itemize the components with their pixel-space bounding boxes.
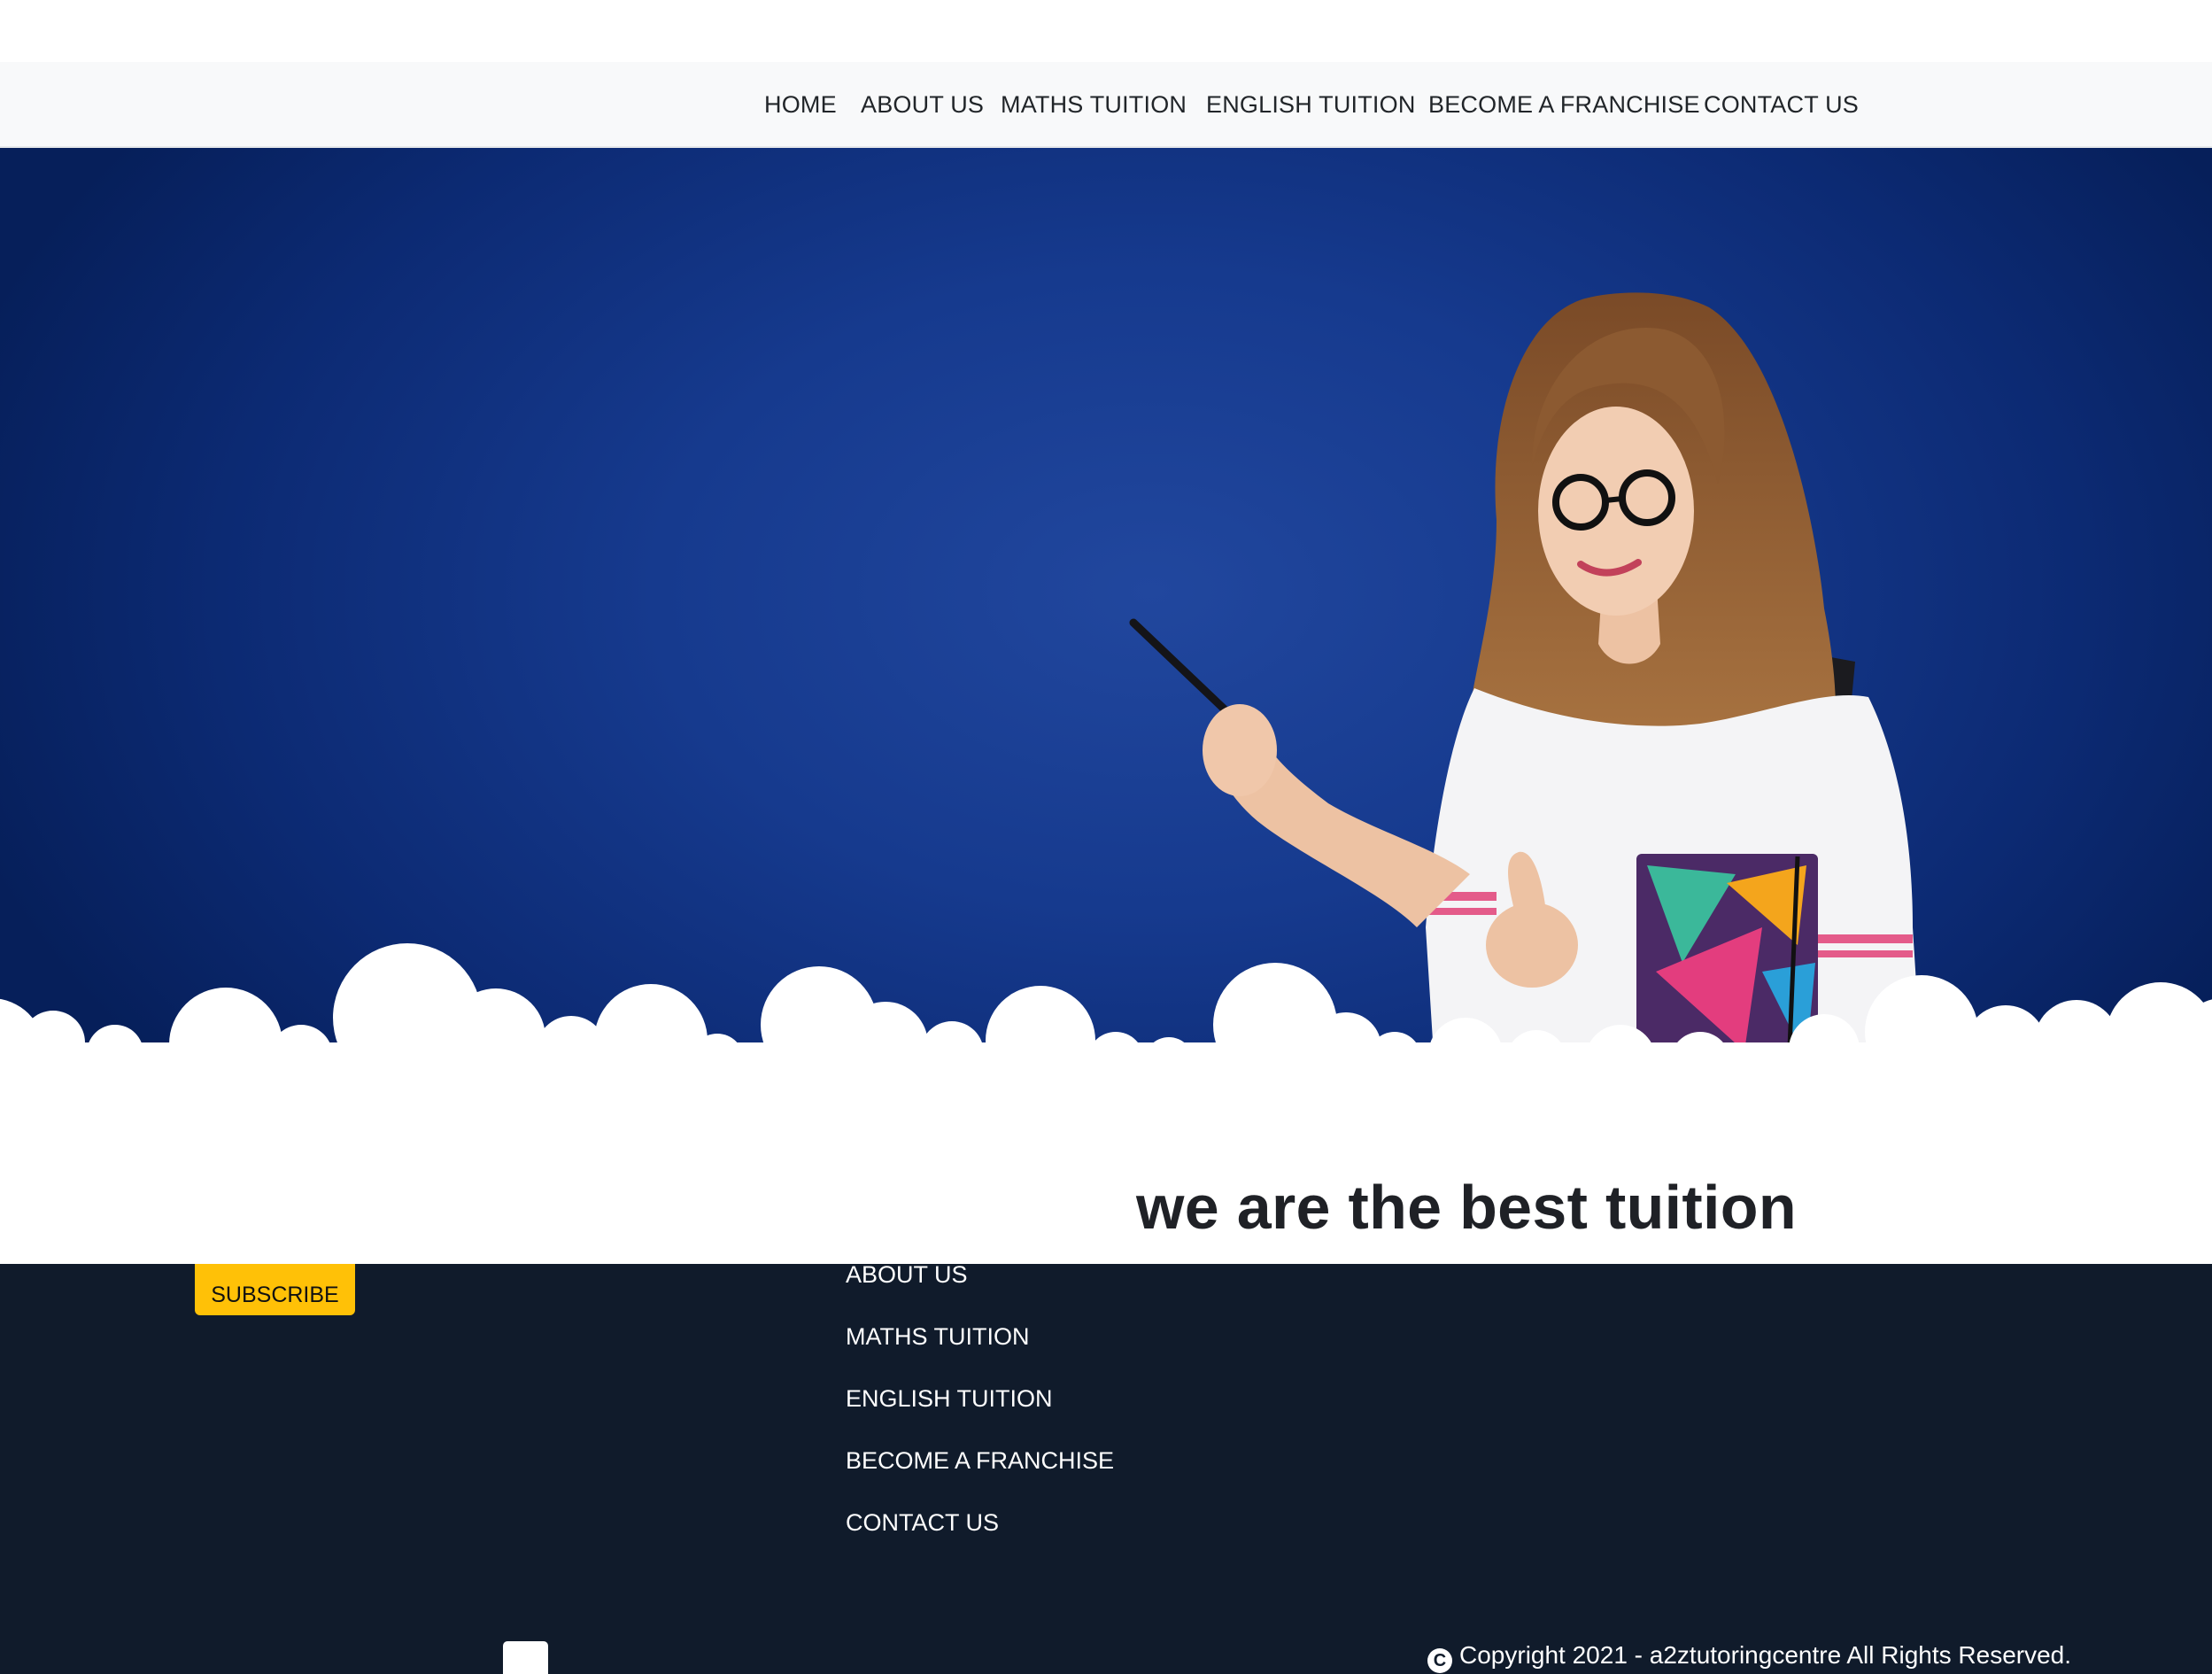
copyright-icon: C: [1427, 1648, 1452, 1673]
cloud-border-decoration: [0, 943, 2212, 1069]
footer-link-contact-us[interactable]: CONTACT US: [846, 1505, 999, 1540]
top-navbar: HOME ABOUT US MATHS TUITION ENGLISH TUIT…: [0, 62, 2212, 148]
nav-menu: HOME ABOUT US MATHS TUITION ENGLISH TUIT…: [0, 62, 2212, 148]
nav-link-become-a-franchise[interactable]: BECOME A FRANCHISE: [1428, 62, 1700, 148]
footer-link-maths-tuition[interactable]: MATHS TUITION: [846, 1319, 1030, 1354]
tagline-section: we are the best tuition provider in city: [0, 1069, 2212, 1264]
nav-link-contact-us[interactable]: CONTACT US: [1704, 62, 1859, 148]
site-footer: SUBSCRIBE ABOUT US MATHS TUITION ENGLISH…: [0, 1264, 2212, 1674]
hero-tagline: we are the best tuition provider in city: [1136, 1173, 1797, 1264]
nav-link-about-us[interactable]: ABOUT US: [861, 62, 984, 148]
hero-banner: [0, 148, 2212, 1069]
nav-link-home[interactable]: HOME: [764, 62, 837, 148]
page: HOME ABOUT US MATHS TUITION ENGLISH TUIT…: [0, 0, 2212, 1674]
footer-link-about-us[interactable]: ABOUT US: [846, 1264, 968, 1292]
nav-link-english-tuition[interactable]: ENGLISH TUITION: [1206, 62, 1416, 148]
nav-link-maths-tuition[interactable]: MATHS TUITION: [1001, 62, 1187, 148]
footer-nav: ABOUT US MATHS TUITION ENGLISH TUITION B…: [846, 1264, 1288, 1565]
back-to-top-button[interactable]: [503, 1641, 548, 1674]
copyright-text: C Copyright 2021 - a2ztutoringcentre All …: [1427, 1638, 2071, 1673]
copyright-label: Copyright 2021 - a2ztutoringcentre All R…: [1459, 1641, 2072, 1669]
footer-link-english-tuition[interactable]: ENGLISH TUITION: [846, 1381, 1053, 1416]
subscribe-button[interactable]: SUBSCRIBE: [195, 1264, 355, 1315]
footer-link-become-a-franchise[interactable]: BECOME A FRANCHISE: [846, 1443, 1114, 1478]
